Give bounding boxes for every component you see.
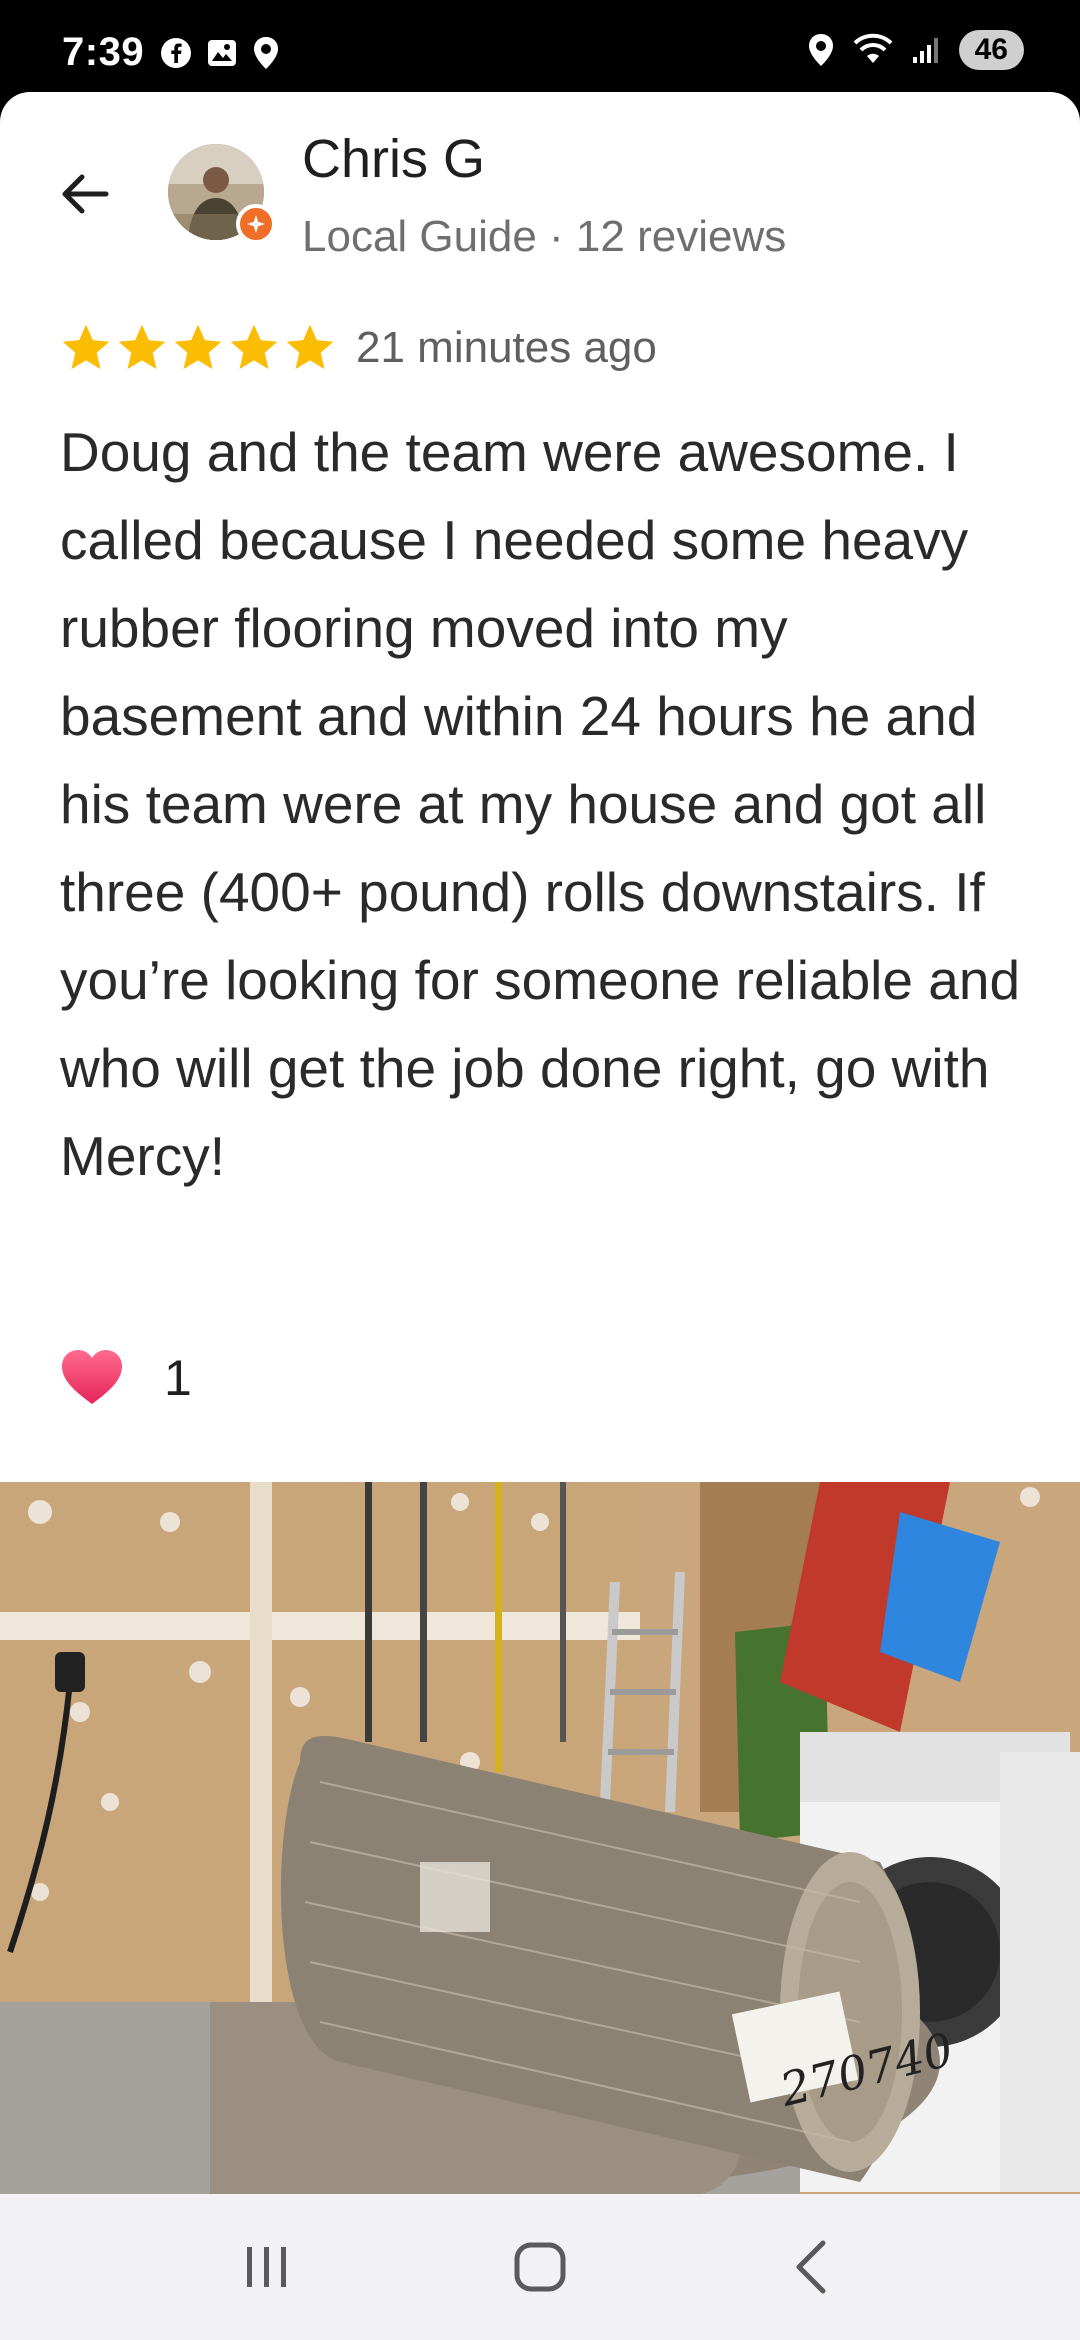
reviewer-name[interactable]: Chris G (302, 128, 485, 190)
heart-icon (62, 1350, 122, 1404)
status-notification-icons (160, 36, 280, 70)
star-icon (230, 324, 278, 369)
home-button[interactable] (495, 2222, 585, 2312)
navigation-bar (0, 2194, 1080, 2340)
review-time: 21 minutes ago (356, 323, 657, 372)
status-bar: 7:39 46 (0, 0, 1080, 92)
chevron-left-icon (796, 2240, 826, 2294)
location-icon (808, 34, 833, 66)
back-nav-button[interactable] (768, 2222, 858, 2312)
review-sheet: Chris G Local Guide · 12 reviews 21 minu… (0, 92, 1080, 2194)
star-icon (62, 324, 110, 369)
recent-apps-button[interactable] (222, 2222, 312, 2312)
facebook-icon (161, 38, 191, 68)
local-guide-badge (236, 204, 276, 244)
reviewer-meta: Local Guide · 12 reviews (302, 212, 787, 261)
star-rating (58, 320, 338, 376)
review-photo[interactable]: 270740 (0, 1482, 1080, 2194)
reaction-count: 1 (164, 1350, 192, 1406)
battery-indicator: 46 (958, 30, 1024, 70)
arrow-back-icon (62, 174, 109, 214)
back-button[interactable] (52, 162, 116, 226)
status-time: 7:39 (62, 30, 145, 74)
review-photo-image: 270740 (0, 1482, 1080, 2194)
reaction-button[interactable]: 1 (60, 1348, 192, 1408)
location-icon (254, 37, 278, 69)
signal-icon (912, 38, 938, 63)
star-icon (286, 324, 334, 369)
wifi-icon (853, 33, 893, 63)
gallery-icon (208, 40, 236, 66)
home-icon (514, 2242, 566, 2292)
status-system-icons: 46 (807, 30, 1024, 70)
review-text: Doug and the team were awesome. I called… (60, 421, 1021, 1187)
star-icon (174, 324, 222, 369)
recent-apps-icon (246, 2247, 286, 2287)
star-icon (118, 324, 166, 369)
local-guide-star-icon (247, 215, 265, 233)
